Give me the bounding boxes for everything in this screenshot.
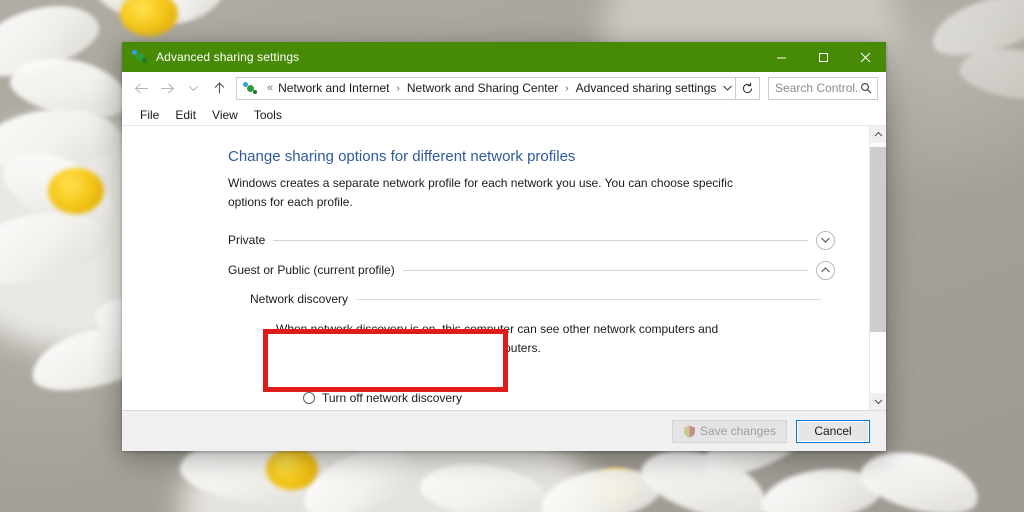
cancel-label: Cancel — [814, 424, 852, 438]
dialog-footer: Save changes Cancel — [122, 410, 886, 451]
address-bar[interactable]: « Network and Internet › Network and Sha… — [236, 76, 737, 100]
advanced-sharing-settings-window: Advanced sharing settings « Network and … — [122, 42, 886, 451]
uac-shield-icon — [683, 425, 696, 438]
chevron-down-icon[interactable] — [816, 230, 835, 250]
breadcrumb-network-and-sharing-center[interactable]: Network and Sharing Center — [406, 81, 559, 95]
menu-file[interactable]: File — [132, 104, 167, 126]
menu-tools[interactable]: Tools — [246, 104, 290, 126]
radio-option-turn-off-network-discovery[interactable]: Turn off network discovery — [303, 389, 835, 407]
minimize-button[interactable] — [760, 42, 802, 72]
window-titlebar[interactable]: Advanced sharing settings — [122, 42, 886, 72]
subsection-label-network-discovery: Network discovery — [250, 292, 349, 307]
radio-label-off: Turn off network discovery — [322, 390, 463, 405]
flower-center — [48, 168, 104, 214]
scrollbar-track[interactable] — [870, 143, 886, 393]
window-title: Advanced sharing settings — [156, 50, 300, 64]
navigation-bar: « Network and Internet › Network and Sha… — [122, 72, 886, 104]
cancel-button[interactable]: Cancel — [796, 419, 870, 443]
breadcrumb-separator-icon[interactable]: › — [559, 83, 574, 94]
profile-label-private: Private — [228, 233, 266, 248]
subsection-divider — [356, 298, 821, 300]
profile-section-guest-or-public[interactable]: Guest or Public (current profile) — [228, 257, 835, 283]
maximize-button[interactable] — [802, 42, 844, 72]
window-caption-buttons — [760, 42, 886, 72]
recent-locations-chevron-down-icon[interactable] — [180, 75, 206, 101]
page-title: Change sharing options for different net… — [228, 148, 576, 165]
section-divider — [273, 239, 808, 241]
save-changes-label: Save changes — [699, 424, 776, 438]
profile-section-private[interactable]: Private — [228, 227, 835, 253]
vertical-scrollbar[interactable] — [869, 126, 886, 410]
profile-label-guest-or-public: Guest or Public (current profile) — [228, 263, 395, 278]
menu-edit[interactable]: Edit — [167, 104, 204, 126]
section-divider — [402, 269, 808, 271]
address-dropdown-chevron-down-icon[interactable] — [717, 78, 737, 99]
search-control-panel-box[interactable]: Search Control... — [768, 76, 878, 100]
network-globe-icon — [243, 81, 258, 96]
breadcrumb-advanced-sharing-settings[interactable]: Advanced sharing settings — [575, 81, 718, 95]
subsection-network-discovery: Network discovery — [250, 287, 835, 311]
search-input[interactable]: Search Control... — [769, 81, 860, 95]
breadcrumb-separator-icon[interactable]: › — [391, 83, 406, 94]
menu-view[interactable]: View — [204, 104, 246, 126]
breadcrumb-network-and-internet[interactable]: Network and Internet — [277, 81, 390, 95]
up-arrow-icon[interactable] — [206, 75, 232, 101]
search-icon[interactable] — [860, 82, 877, 94]
flower-center — [266, 448, 318, 490]
page-description: Windows creates a separate network profi… — [228, 176, 733, 209]
back-arrow-icon[interactable] — [128, 75, 154, 101]
annotation-mask — [268, 334, 503, 387]
forward-arrow-icon[interactable] — [154, 75, 180, 101]
scrollbar-thumb[interactable] — [870, 147, 886, 332]
save-changes-button[interactable]: Save changes — [671, 419, 787, 443]
scroll-up-chevron-up-icon[interactable] — [870, 126, 886, 143]
content-region: Change sharing options for different net… — [122, 126, 886, 410]
network-globe-icon — [132, 49, 148, 65]
menu-bar: File Edit View Tools — [122, 104, 886, 126]
desktop-background: Advanced sharing settings « Network and … — [0, 0, 1024, 512]
scroll-down-chevron-down-icon[interactable] — [870, 393, 886, 410]
close-button[interactable] — [844, 42, 886, 72]
breadcrumb-overflow-icon[interactable]: « — [263, 82, 277, 94]
refresh-icon[interactable] — [736, 76, 760, 100]
radio-button-off[interactable] — [303, 391, 315, 404]
chevron-up-icon[interactable] — [816, 260, 835, 280]
settings-content: Change sharing options for different net… — [122, 126, 869, 410]
